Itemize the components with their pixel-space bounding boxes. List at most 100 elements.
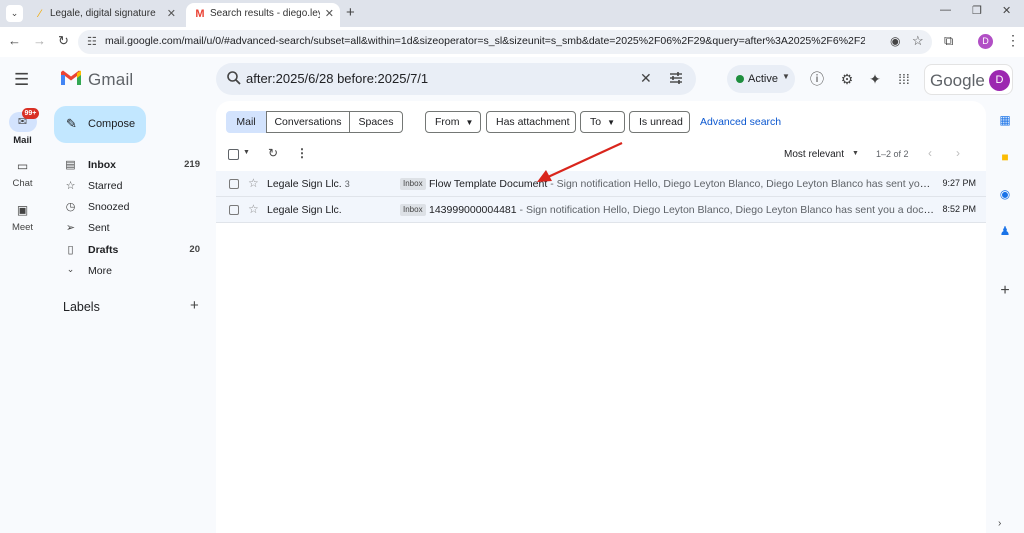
site-info-icon[interactable]: ☷ bbox=[87, 35, 97, 48]
sidebar-item-label: Drafts bbox=[88, 244, 119, 256]
filter-chip-is-unread[interactable]: Is unread bbox=[629, 111, 690, 133]
extensions-puzzle-icon[interactable]: ⧉ bbox=[944, 33, 953, 49]
search-bar[interactable]: after:2025/6/28 before:2025/7/1 ✕ bbox=[216, 63, 696, 95]
forward-arrow-icon[interactable]: → bbox=[33, 33, 46, 49]
segment-mail[interactable]: Mail bbox=[226, 111, 266, 133]
chat-bubble-icon: ▭ bbox=[16, 159, 29, 173]
inbox-label-tag: Inbox bbox=[400, 178, 426, 190]
rail-meet[interactable]: ▣ Meet bbox=[0, 202, 45, 233]
browser-menu-icon[interactable]: ⋮ bbox=[1006, 32, 1020, 49]
tab-search-chevron-icon[interactable]: ⌄ bbox=[6, 5, 23, 22]
rail-chat[interactable]: ▭ Chat bbox=[0, 158, 45, 189]
chevron-down-icon[interactable]: ▼ bbox=[852, 150, 859, 157]
sort-selector[interactable]: Most relevant bbox=[784, 149, 844, 160]
bookmark-star-icon[interactable]: ☆ bbox=[912, 33, 924, 49]
search-icon[interactable] bbox=[226, 70, 242, 86]
restore-icon[interactable]: ❐ bbox=[972, 4, 982, 17]
apps-grid-icon[interactable]: ⁞⁞⁞ bbox=[895, 70, 913, 88]
pencil-icon: ✎ bbox=[66, 116, 77, 131]
sidebar-item-sent[interactable]: ➢ Sent bbox=[54, 218, 206, 238]
gmail-logo-icon[interactable] bbox=[60, 69, 82, 86]
table-row[interactable]: ☆ Legale Sign Llc. 3 Inbox Flow Template … bbox=[216, 171, 986, 197]
sidebar-item-more[interactable]: ⌄ More bbox=[54, 261, 206, 281]
table-row[interactable]: ☆ Legale Sign Llc. Inbox 143999000004481… bbox=[216, 197, 986, 223]
chevron-down-icon[interactable]: ▼ bbox=[243, 149, 250, 156]
gear-icon[interactable]: ⚙ bbox=[838, 70, 856, 88]
subject-text: 143999000004481 bbox=[429, 204, 517, 216]
window-close-icon[interactable]: ✕ bbox=[1002, 4, 1011, 17]
tasks-icon[interactable]: ◉ bbox=[998, 187, 1012, 201]
close-icon[interactable]: ✕ bbox=[325, 3, 334, 25]
video-camera-icon: ▣ bbox=[16, 203, 29, 217]
sidebar-item-inbox[interactable]: ▤ Inbox 219 bbox=[54, 155, 206, 175]
refresh-icon[interactable]: ↻ bbox=[268, 146, 278, 160]
new-tab-plus-icon[interactable]: + bbox=[346, 4, 355, 22]
sender-text: Legale Sign Llc. bbox=[267, 178, 342, 190]
keep-icon[interactable]: ■ bbox=[998, 150, 1012, 164]
address-bar[interactable]: ☷ mail.google.com/mail/u/0/#advanced-sea… bbox=[78, 30, 932, 54]
status-selector[interactable]: Active ▼ bbox=[727, 65, 795, 93]
draft-icon: ▯ bbox=[67, 244, 74, 256]
gemini-sparkle-icon[interactable]: ✦ bbox=[866, 70, 884, 88]
browser-tab-legale[interactable]: ⁄ Legale, digital signature ✕ bbox=[26, 3, 182, 27]
sidebar-item-label: More bbox=[88, 265, 112, 277]
search-options-icon[interactable] bbox=[668, 70, 684, 86]
help-icon[interactable]: ⓘ bbox=[808, 70, 826, 88]
contacts-icon[interactable]: ♟ bbox=[998, 224, 1012, 238]
sidebar-item-starred[interactable]: ☆ Starred bbox=[54, 176, 206, 196]
back-arrow-icon[interactable]: ← bbox=[8, 33, 21, 49]
side-panel: ▦ ■ ◉ ♟ + › bbox=[986, 101, 1024, 533]
filter-chip-has-attachment[interactable]: Has attachment bbox=[486, 111, 576, 133]
minimize-icon[interactable]: — bbox=[940, 4, 951, 16]
gmail-wordmark[interactable]: Gmail bbox=[88, 70, 133, 90]
main-menu-icon[interactable]: ☰ bbox=[14, 70, 29, 90]
sidebar-item-drafts[interactable]: ▯ Drafts 20 bbox=[54, 240, 206, 260]
clear-search-icon[interactable]: ✕ bbox=[640, 70, 652, 87]
browser-tab-gmail[interactable]: M Search results - diego.leyton@ ✕ bbox=[186, 3, 340, 27]
received-time: 9:27 PM bbox=[942, 178, 976, 188]
segment-spaces[interactable]: Spaces bbox=[349, 111, 403, 133]
chip-label: To bbox=[590, 116, 602, 128]
chevron-down-icon: ▼ bbox=[465, 118, 474, 127]
star-icon[interactable]: ☆ bbox=[248, 202, 259, 216]
add-label-plus-icon[interactable]: + bbox=[190, 297, 199, 314]
close-icon[interactable]: ✕ bbox=[167, 3, 176, 25]
search-input[interactable]: after:2025/6/28 before:2025/7/1 bbox=[246, 71, 428, 86]
url-text[interactable]: mail.google.com/mail/u/0/#advanced-searc… bbox=[105, 35, 865, 47]
subject-text: Flow Template Document bbox=[429, 178, 548, 190]
reload-icon[interactable]: ↻ bbox=[58, 33, 69, 49]
rail-mail[interactable]: ✉ 99+ Mail bbox=[0, 108, 45, 146]
google-account-box[interactable]: Google D bbox=[924, 64, 1013, 95]
eye-icon[interactable]: ◉ bbox=[890, 34, 900, 48]
filter-chip-from[interactable]: From ▼ bbox=[425, 111, 481, 133]
labels-heading: Labels bbox=[63, 300, 100, 314]
row-checkbox[interactable] bbox=[229, 205, 239, 215]
status-dot bbox=[736, 75, 744, 83]
add-addon-plus-icon[interactable]: + bbox=[998, 283, 1012, 299]
pagination-range: 1–2 of 2 bbox=[876, 149, 909, 159]
avatar[interactable]: D bbox=[989, 70, 1010, 91]
sidebar-item-snoozed[interactable]: ◷ Snoozed bbox=[54, 197, 206, 217]
browser-profile-avatar[interactable]: D bbox=[978, 34, 993, 49]
sender-name: Legale Sign Llc. bbox=[267, 204, 342, 216]
filter-chip-to[interactable]: To ▼ bbox=[580, 111, 625, 133]
chevron-right-icon[interactable]: › bbox=[956, 146, 960, 160]
thread-count: 3 bbox=[344, 179, 350, 189]
select-all-checkbox[interactable] bbox=[228, 149, 239, 160]
rail-meet-label: Meet bbox=[11, 222, 34, 233]
compose-label: Compose bbox=[88, 118, 136, 130]
chevron-right-icon[interactable]: › bbox=[998, 518, 1001, 529]
tab-title: Search results - diego.leyton@ bbox=[210, 8, 320, 19]
row-checkbox[interactable] bbox=[229, 179, 239, 189]
more-vert-icon[interactable]: ⋮ bbox=[296, 146, 308, 160]
compose-button[interactable]: ✎ Compose bbox=[54, 106, 146, 143]
calendar-icon[interactable]: ▦ bbox=[998, 113, 1012, 127]
mail-list-panel: Mail Conversations Spaces From ▼ Has atta… bbox=[216, 101, 986, 533]
received-time: 8:52 PM bbox=[942, 204, 976, 214]
google-wordmark: Google bbox=[930, 71, 985, 90]
star-icon[interactable]: ☆ bbox=[248, 176, 259, 190]
star-icon: ☆ bbox=[65, 180, 76, 192]
segment-conversations[interactable]: Conversations bbox=[266, 111, 350, 133]
advanced-search-link[interactable]: Advanced search bbox=[700, 116, 781, 128]
chevron-left-icon[interactable]: ‹ bbox=[928, 146, 932, 160]
